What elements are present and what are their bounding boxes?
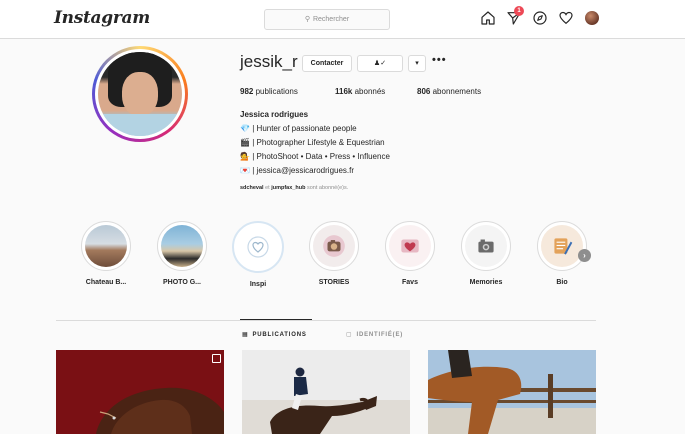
following-button[interactable]: ♟✓	[357, 55, 403, 72]
highlight-cover	[465, 225, 507, 267]
person-tipping-hand-icon: 💁	[240, 152, 250, 161]
profile-picture-ring[interactable]	[92, 46, 188, 142]
heart-sticker-icon	[401, 239, 419, 253]
camera-sticker-icon	[323, 235, 345, 257]
post-thumbnail[interactable]	[56, 350, 224, 434]
highlight-label: Favs	[402, 279, 418, 286]
explore-icon[interactable]	[532, 10, 548, 26]
rider-photo	[242, 350, 410, 434]
highlight-cover	[541, 225, 583, 267]
active-tab-indicator	[240, 319, 312, 320]
grid-icon: ▦	[242, 332, 249, 338]
profile-avatar[interactable]	[585, 11, 599, 25]
following-stat[interactable]: 806 abonnements	[417, 87, 481, 96]
love-letter-icon: 💌	[240, 166, 250, 175]
search-input[interactable]: ⚲ Rechercher	[264, 9, 390, 30]
search-placeholder: Rechercher	[312, 16, 350, 23]
notification-badge: 1	[514, 6, 524, 16]
post-thumbnail[interactable]	[428, 350, 596, 434]
highlight-label: Memories	[469, 279, 503, 286]
photos-sticker-icon	[478, 239, 494, 253]
heart-outline-icon	[247, 236, 269, 258]
highlight-label: STORIES	[318, 279, 350, 286]
home-icon[interactable]	[480, 10, 496, 26]
tabs-divider	[56, 320, 596, 321]
highlight-cover	[313, 225, 355, 267]
story-highlight[interactable]: STORIES	[304, 221, 364, 286]
tab-tagged[interactable]: ▢ IDENTIFIÉ(E)	[346, 331, 403, 338]
posts-stat: 982 publications	[240, 87, 298, 96]
top-navigation-bar: Instagram ⚲ Rechercher 1	[0, 0, 685, 39]
profile-picture	[98, 52, 182, 136]
highlight-label: Inspi	[249, 281, 267, 288]
highlight-label: Chateau B...	[85, 279, 127, 286]
diamond-icon: 💎	[240, 124, 250, 133]
clapperboard-icon: 🎬	[240, 138, 250, 147]
suggestions-dropdown-button[interactable]: ▾	[408, 55, 426, 72]
highlight-label: Bio	[556, 279, 568, 286]
contact-button[interactable]: Contacter	[302, 55, 352, 72]
story-highlight[interactable]: Inspi	[228, 221, 288, 288]
highlight-cover	[237, 226, 279, 268]
chevron-right-icon[interactable]: ›	[578, 249, 591, 262]
highlight-cover	[161, 225, 203, 267]
highlight-cover	[389, 225, 431, 267]
post-thumbnail[interactable]	[242, 350, 410, 434]
horse-jump-photo	[428, 350, 596, 434]
bio-line: 🎬 | Photographer Lifestyle & Equestrian	[240, 138, 385, 147]
followed-by-text[interactable]: sdcheval et jumpfax_hub sont abonné(e)s.	[240, 185, 348, 191]
heart-icon[interactable]	[558, 10, 574, 26]
multiple-photos-icon	[212, 354, 221, 363]
story-highlight[interactable]: PHOTO G...	[152, 221, 212, 286]
search-icon: ⚲	[304, 16, 310, 23]
bio-line: 💎 | Hunter of passionate people	[240, 124, 357, 133]
story-highlight[interactable]: Favs	[380, 221, 440, 286]
profile-username: jessik_r	[240, 52, 298, 71]
followers-stat[interactable]: 116k abonnés	[335, 87, 385, 96]
bio-line: 💌 | jessica@jessicarodrigues.fr	[240, 166, 355, 175]
more-options-icon[interactable]: •••	[432, 54, 447, 66]
profile-picture-frame	[95, 49, 185, 139]
horse-photo	[56, 350, 224, 434]
instagram-logo[interactable]: Instagram	[54, 8, 150, 28]
tag-person-icon: ▢	[346, 332, 353, 338]
highlight-label: PHOTO G...	[163, 279, 201, 286]
profile-full-name: Jessica rodrigues	[240, 110, 309, 119]
story-highlight[interactable]: Chateau B...	[76, 221, 136, 286]
direct-message-icon[interactable]: 1	[506, 6, 524, 26]
tab-publications[interactable]: ▦ PUBLICATIONS	[242, 331, 307, 338]
pencil-notepad-icon	[554, 238, 573, 255]
story-highlight[interactable]: Memories	[456, 221, 516, 286]
bio-line: 💁 | PhotoShoot • Data • Press • Influenc…	[240, 152, 390, 161]
highlight-cover	[85, 225, 127, 267]
